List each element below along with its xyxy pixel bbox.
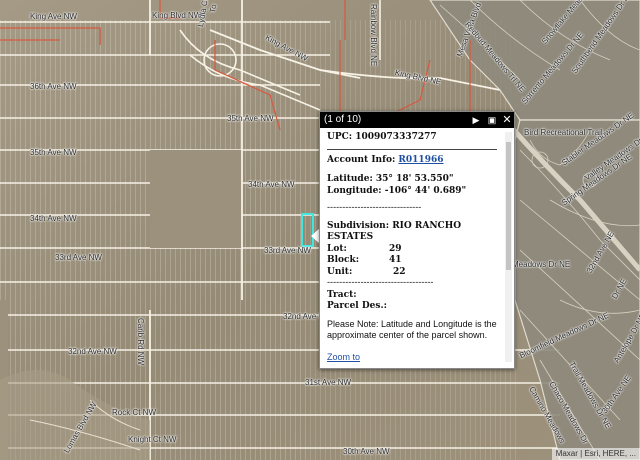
lot-value: 29 xyxy=(389,243,402,254)
road-label: 33rd Ave NW xyxy=(264,246,311,255)
tract-label: Tract: xyxy=(327,289,357,300)
scrollbar-thumb[interactable] xyxy=(506,142,511,270)
popup-content: UPC: 1009073337277 Account Info: R011966… xyxy=(327,132,499,362)
subdivision-row: Subdivision: RIO RANCHO ESTATES xyxy=(327,221,499,244)
popup-title-bar: (1 of 10) ▶ ▣ ✕ xyxy=(320,112,514,128)
road-label: 35th Ave NW xyxy=(30,148,77,157)
lot-label: Lot: xyxy=(327,243,347,254)
upc-text: UPC: 1009073337277 xyxy=(327,132,437,142)
road-label: Bird Recreational Trail xyxy=(524,128,603,137)
separator-text: ------------------------------- xyxy=(327,203,422,213)
road-label: 36th Ave NW xyxy=(30,82,77,91)
longitude-text: Longitude: -106° 44' 0.689" xyxy=(327,185,467,196)
unit-value: 22 xyxy=(393,266,406,277)
separator-text-2: ----------------------------------- xyxy=(327,278,434,288)
parcel-info-popup: (1 of 10) ▶ ▣ ✕ UPC: 1009073337277 Accou… xyxy=(319,111,515,369)
note-text: Please Note: Latitude and Longitude is t… xyxy=(327,318,497,340)
road-label: King Blvd NW xyxy=(152,11,202,20)
subdivision-label: Subdivision: xyxy=(327,220,390,231)
popup-scrollbar[interactable] xyxy=(505,132,512,362)
road-label: 31st Ave NW xyxy=(305,378,352,387)
block-label: Block: xyxy=(327,255,360,265)
road-label: King Ave NW xyxy=(30,12,77,21)
road-label: To xyxy=(208,3,219,14)
road-label: Meadows Dr NE xyxy=(512,260,571,269)
map-attribution: Maxar | Esri, HERE, ... xyxy=(551,448,640,460)
road-label: 34th Ave NW xyxy=(30,214,77,223)
road-label: Knight Ct NW xyxy=(128,435,177,444)
road-label: 33rd Ave NW xyxy=(55,253,102,262)
unit-label: Unit: xyxy=(327,266,353,277)
zoom-to-link[interactable]: Zoom to xyxy=(327,352,360,362)
account-info-label: Account Info: xyxy=(327,154,399,165)
account-info: Account Info: R011966 xyxy=(327,155,499,167)
parcel-label: Parcel Des.: xyxy=(327,301,387,311)
road-label: 34th Ave NW xyxy=(248,180,295,189)
road-label: Rock Ct NW xyxy=(112,408,156,417)
lot-row: Lot: 29 xyxy=(327,244,499,256)
close-icon[interactable]: ✕ xyxy=(501,112,513,128)
unit-row: Unit: 22 xyxy=(327,267,499,279)
popup-counter: (1 of 10) xyxy=(324,114,362,125)
block-row: Block: 41 xyxy=(327,255,499,267)
road-label: Carib Rd NW xyxy=(136,318,145,366)
next-feature-icon[interactable]: ▶ xyxy=(470,112,482,128)
road-label: 30th Ave NW xyxy=(343,447,390,456)
road-label: 32nd Ave NW xyxy=(68,347,117,356)
divider xyxy=(327,148,497,150)
maximize-icon[interactable]: ▣ xyxy=(486,112,498,128)
road-label: 35th Ave NW xyxy=(227,114,274,123)
account-link[interactable]: R011966 xyxy=(398,155,443,165)
block-value: 41 xyxy=(389,255,402,265)
road-label: Rainbow Blvd NE xyxy=(369,4,378,67)
latitude-text: Latitude: 35° 18' 53.550" xyxy=(327,174,454,184)
